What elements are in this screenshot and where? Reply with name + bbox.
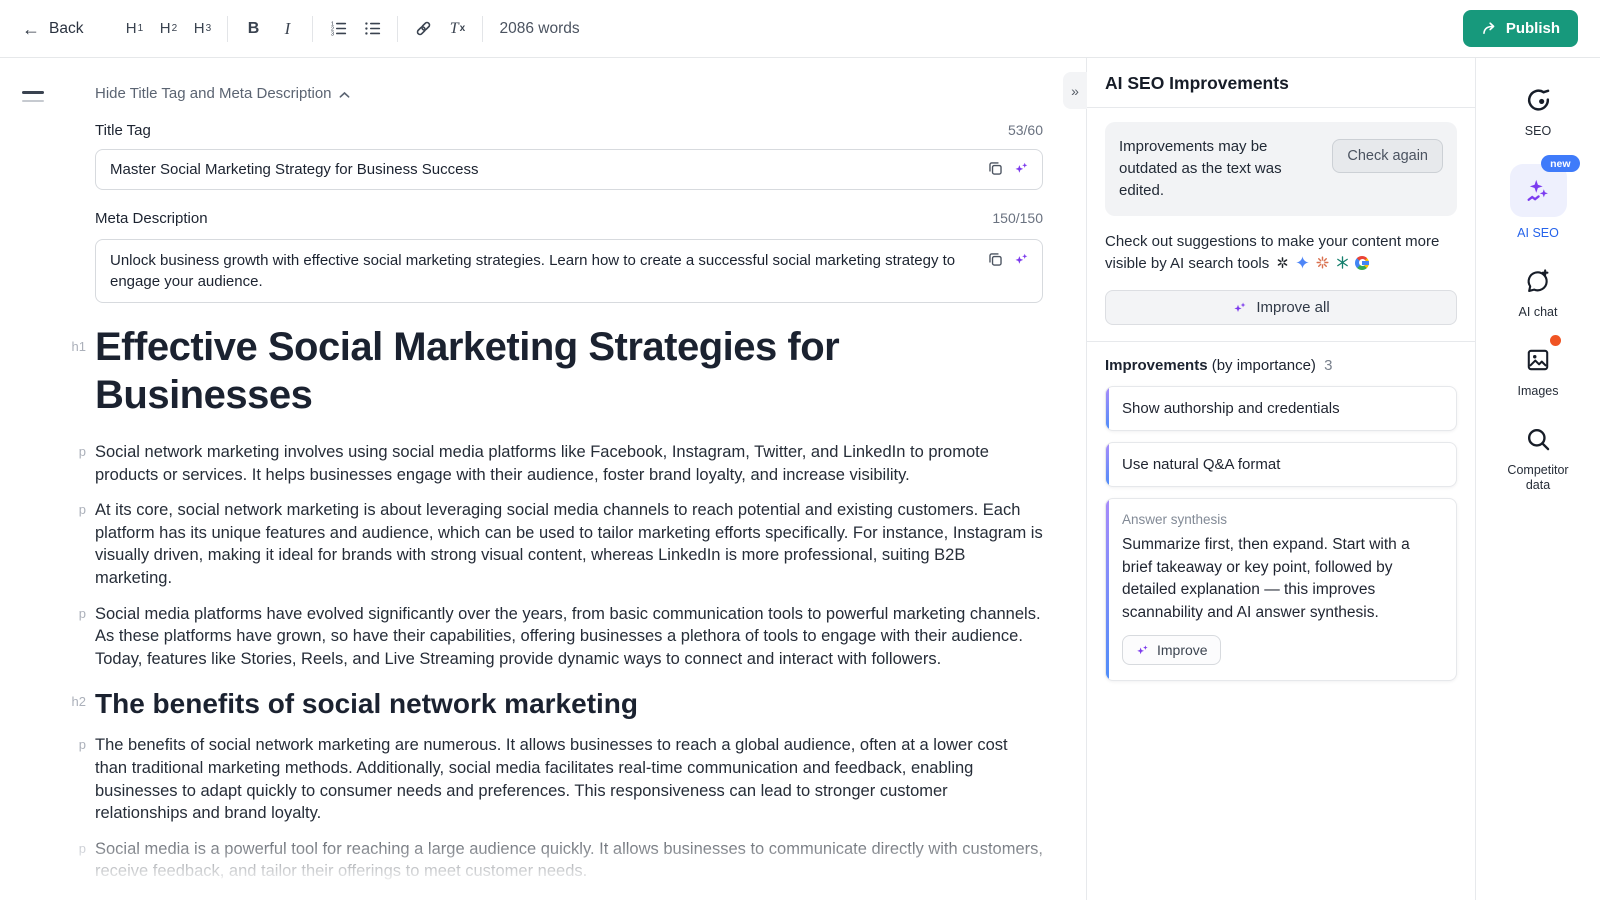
clear-formatting-icon[interactable]: Tx (442, 14, 472, 44)
right-sidebar: SEO new AI SEO (1475, 58, 1600, 900)
chat-bubble-icon (1523, 266, 1553, 296)
block-marker: h2 (64, 694, 86, 709)
heading1-button[interactable]: H1 (119, 14, 149, 44)
sidebar-item-ai-seo[interactable]: new AI SEO (1510, 164, 1567, 241)
improve-all-button[interactable]: Improve all (1105, 290, 1457, 325)
bold-button[interactable]: B (238, 14, 268, 44)
panel-divider (1087, 341, 1475, 342)
paragraph-block[interactable]: p Social media is a powerful tool for re… (95, 838, 1043, 883)
document-body[interactable]: h1 Effective Social Marketing Strategies… (95, 323, 1043, 900)
block-marker: p (64, 841, 86, 856)
block-marker: p (64, 502, 86, 517)
title-tag-label: Title Tag (95, 122, 151, 139)
article-title[interactable]: Effective Social Marketing Strategies fo… (95, 323, 1043, 419)
paragraph-block[interactable]: p Social network marketing involves usin… (95, 441, 1043, 486)
improvement-card-expanded[interactable]: Answer synthesis Summarize first, then e… (1105, 498, 1457, 681)
block-marker: p (64, 737, 86, 752)
meta-description-label: Meta Description (95, 210, 208, 227)
openai-icon (1275, 255, 1290, 270)
editor-collapse-icon[interactable] (22, 91, 44, 102)
meta-description-input[interactable]: Unlock business growth with effective so… (95, 239, 1043, 303)
link-icon[interactable] (408, 14, 438, 44)
copy-icon[interactable] (987, 251, 1004, 268)
improvement-card-body: Summarize first, then expand. Start with… (1122, 534, 1440, 624)
sidebar-item-competitor-data[interactable]: Competitor data (1502, 424, 1574, 493)
sidebar-item-label: Images (1518, 384, 1559, 399)
title-tag-input[interactable]: Master Social Marketing Strategy for Bus… (95, 149, 1043, 190)
back-arrow-icon: ← (22, 20, 40, 38)
improvements-count: 3 (1324, 357, 1332, 374)
sidebar-item-label: AI chat (1519, 305, 1558, 320)
sidebar-item-seo[interactable]: SEO (1523, 85, 1553, 139)
suggestions-intro: Check out suggestions to make your conte… (1105, 231, 1457, 275)
publish-button[interactable]: Publish (1463, 10, 1578, 47)
improvement-card-label: Answer synthesis (1122, 512, 1440, 527)
back-label: Back (49, 20, 83, 38)
toolbar-divider (397, 16, 398, 42)
paragraph-block[interactable]: p Social media platforms have evolved si… (95, 603, 1043, 671)
title-tag-counter: 53/60 (1008, 122, 1043, 138)
word-count: 2086 words (499, 20, 579, 38)
ai-seo-panel: » AI SEO Improvements Improvements may b… (1086, 58, 1475, 900)
ai-sparkle-icon[interactable] (1013, 251, 1030, 268)
svg-text:3: 3 (331, 32, 335, 38)
perplexity-icon (1335, 255, 1350, 270)
ai-seo-active-tile[interactable]: new (1510, 164, 1567, 217)
sidebar-item-label: SEO (1525, 124, 1551, 139)
sidebar-item-label: AI SEO (1517, 226, 1559, 241)
paragraph-block[interactable]: p One of the most significant advantages… (95, 896, 1043, 900)
italic-button[interactable]: I (272, 14, 302, 44)
google-icon (1355, 256, 1369, 270)
image-icon (1523, 345, 1553, 375)
hide-meta-toggle[interactable]: Hide Title Tag and Meta Description (95, 85, 350, 102)
toolbar-divider (482, 16, 483, 42)
top-toolbar: ← Back H1 H2 H3 B I 1 2 3 (0, 0, 1600, 58)
meta-description-counter: 150/150 (992, 210, 1043, 226)
notification-dot (1550, 335, 1561, 346)
check-again-button[interactable]: Check again (1332, 139, 1443, 173)
improvement-card[interactable]: Use natural Q&A format (1105, 442, 1457, 487)
panel-collapse-button[interactable]: » (1063, 72, 1087, 109)
improvement-card[interactable]: Show authorship and credentials (1105, 386, 1457, 431)
improvements-heading: Improvements (by importance) 3 (1105, 357, 1457, 374)
paragraph-block[interactable]: p The benefits of social network marketi… (95, 734, 1043, 824)
sidebar-item-label: Competitor data (1502, 463, 1574, 493)
publish-label: Publish (1506, 20, 1560, 37)
panel-title: AI SEO Improvements (1105, 73, 1457, 94)
toolbar-divider (227, 16, 228, 42)
new-badge: new (1541, 155, 1579, 172)
heading3-button[interactable]: H3 (187, 14, 217, 44)
publish-arrow-icon (1481, 20, 1498, 37)
back-button[interactable]: ← Back (22, 20, 83, 38)
document-heading1[interactable]: h1 Effective Social Marketing Strategies… (95, 323, 1043, 419)
magnifier-icon (1523, 424, 1553, 454)
editor-column: Hide Title Tag and Meta Description Titl… (0, 58, 1086, 900)
sidebar-item-ai-chat[interactable]: AI chat (1519, 266, 1558, 320)
copy-icon[interactable] (987, 160, 1004, 177)
gemini-icon (1295, 255, 1310, 270)
bullet-list-icon[interactable] (357, 14, 387, 44)
content-editor-app: ← Back H1 H2 H3 B I 1 2 3 (0, 0, 1600, 900)
improve-button[interactable]: Improve (1122, 635, 1221, 665)
chevron-up-icon (339, 91, 350, 99)
paragraph-block[interactable]: p At its core, social network marketing … (95, 499, 1043, 589)
document-heading2[interactable]: h2 The benefits of social network market… (95, 686, 1043, 721)
block-marker: p (64, 444, 86, 459)
claude-icon (1315, 255, 1330, 270)
sidebar-item-images[interactable]: Images (1518, 345, 1559, 399)
outdated-notice: Improvements may be outdated as the text… (1105, 122, 1457, 216)
ai-sparkle-icon (1135, 643, 1150, 658)
heading2-button[interactable]: H2 (153, 14, 183, 44)
ai-sparkles-icon (1524, 177, 1552, 205)
ordered-list-icon[interactable]: 1 2 3 (323, 14, 353, 44)
ai-sparkle-icon (1232, 300, 1248, 316)
toolbar-divider (312, 16, 313, 42)
block-marker: p (64, 606, 86, 621)
block-marker: h1 (64, 339, 86, 354)
seo-gauge-icon (1523, 85, 1553, 115)
ai-sparkle-icon[interactable] (1013, 160, 1030, 177)
